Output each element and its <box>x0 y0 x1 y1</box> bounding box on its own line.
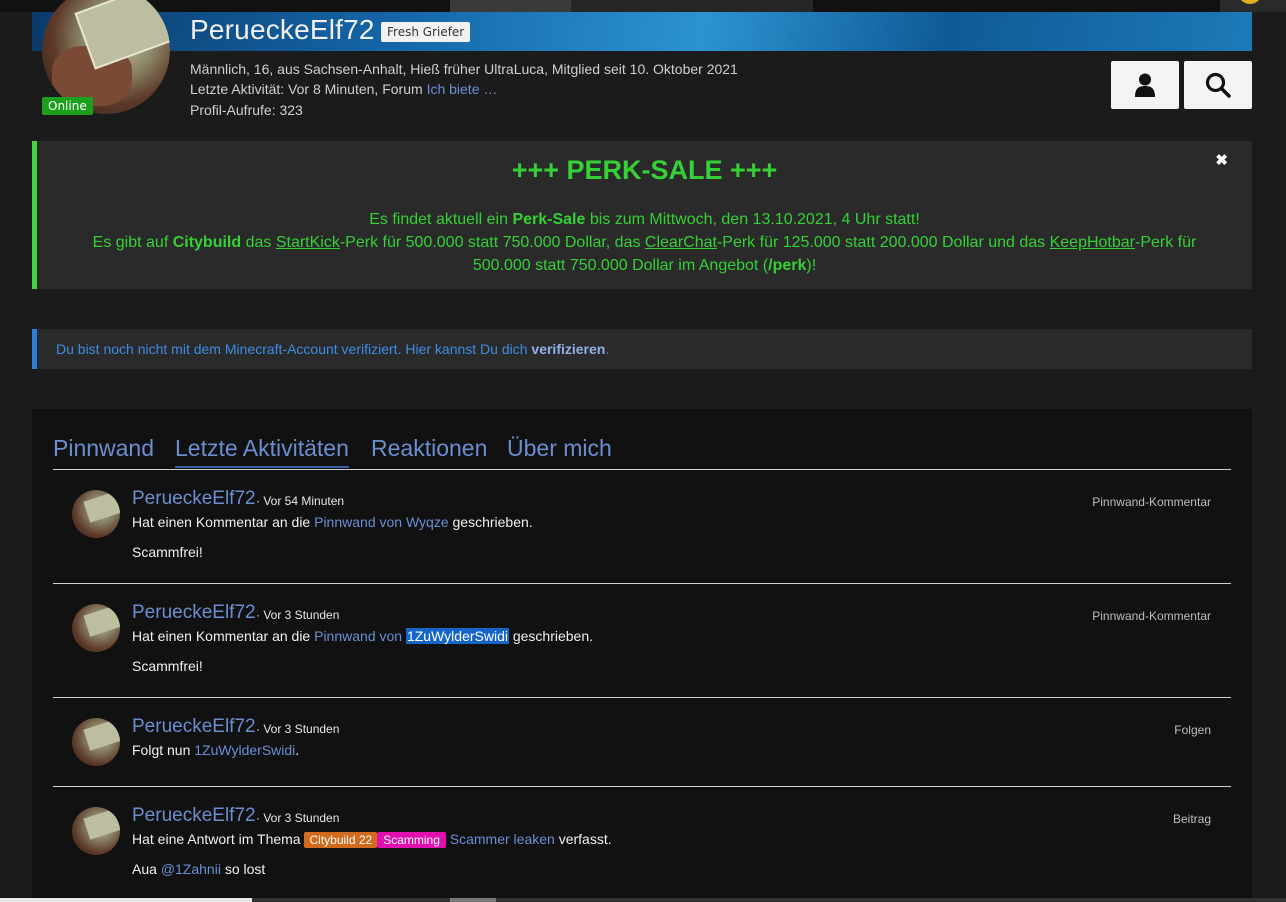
nav-segment-active[interactable] <box>450 0 571 12</box>
activity-type: Folgen <box>1174 723 1211 737</box>
activity-text: Letzte Aktivität: Vor 8 Minuten, Forum <box>190 81 423 97</box>
activity-content: Aua @1Zahnii so lost <box>132 861 266 877</box>
tab-ueber-mich[interactable]: Über mich <box>507 435 612 462</box>
top-nav-bar <box>0 0 1286 12</box>
verify-text: Du bist noch nicht mit dem Minecraft-Acc… <box>56 341 532 357</box>
list-item: PerueckeElf72 · Vor 3 Stunden Beitrag Ha… <box>53 805 1231 902</box>
sale-line-2: Es gibt auf Citybuild das StartKick-Perk… <box>92 234 1197 251</box>
verification-notice: Du bist noch nicht mit dem Minecraft-Acc… <box>32 329 1252 369</box>
tab-letzte-aktivitaeten[interactable]: Letzte Aktivitäten <box>175 435 349 468</box>
divider <box>53 697 1231 698</box>
avatar[interactable] <box>72 490 120 538</box>
activity-time: · Vor 3 Stunden <box>256 722 340 736</box>
activity-username[interactable]: PerueckeElf72 <box>132 602 256 624</box>
followed-user-link[interactable]: 1ZuWylderSwidi <box>194 742 295 758</box>
activity-description: Folgt nun 1ZuWylderSwidi. <box>132 742 300 758</box>
activity-username[interactable]: PerueckeElf72 <box>132 488 256 510</box>
activity-thread-link[interactable]: Ich biete … <box>427 81 498 97</box>
activity-username[interactable]: PerueckeElf72 <box>132 805 256 827</box>
activity-type: Beitrag <box>1172 812 1211 826</box>
follow-user-button[interactable] <box>1111 61 1179 109</box>
activity-type: Pinnwand-Kommentar <box>1092 609 1211 623</box>
avatar[interactable] <box>72 718 120 766</box>
tabs-divider <box>53 469 1231 470</box>
activity-description: Hat einen Kommentar an die Pinnwand von … <box>132 514 533 530</box>
list-item: PerueckeElf72 · Vor 3 Stunden Folgen Fol… <box>53 716 1231 787</box>
online-status-badge: Online <box>42 97 93 115</box>
search-content-button[interactable] <box>1184 61 1252 109</box>
label-citybuild[interactable]: Citybuild 22 <box>304 832 378 848</box>
nav-segment[interactable] <box>571 0 813 12</box>
tab-pinnwand[interactable]: Pinnwand <box>53 435 154 462</box>
avatar[interactable] <box>72 807 120 855</box>
list-item: PerueckeElf72 · Vor 3 Stunden Pinnwand-K… <box>53 602 1231 698</box>
activity-time: · Vor 3 Stunden <box>256 608 340 622</box>
activity-time: · Vor 54 Minuten <box>256 494 345 508</box>
profile-activity-line: Letzte Aktivität: Vor 8 Minuten, Forum I… <box>190 81 497 97</box>
perk-sale-notice: +++ PERK-SALE +++ Es findet aktuell ein … <box>32 141 1252 289</box>
activity-description: Hat einen Kommentar an die Pinnwand von … <box>132 628 594 644</box>
profile-views: Profil-Aufrufe: 323 <box>190 102 303 118</box>
label-scamming[interactable]: Scamming <box>377 832 446 848</box>
wall-link[interactable]: Pinnwand von Wyqze <box>314 514 449 530</box>
horizontal-scrollbar[interactable] <box>0 898 1286 902</box>
activity-content: Scammfrei! <box>132 544 203 560</box>
sale-line-1: Es findet aktuell ein Perk-Sale bis zum … <box>369 211 920 228</box>
close-icon[interactable]: ✖ <box>1215 151 1228 169</box>
user-rank-badge: Fresh Griefer <box>381 22 471 42</box>
tab-reaktionen[interactable]: Reaktionen <box>371 435 487 462</box>
activity-username[interactable]: PerueckeElf72 <box>132 716 256 738</box>
sale-title: +++ PERK-SALE +++ <box>511 155 778 185</box>
profile-username: PerueckeElf72 <box>190 14 375 45</box>
avatar[interactable] <box>72 604 120 652</box>
activity-time: · Vor 3 Stunden <box>256 811 340 825</box>
user-mention-link[interactable]: @1Zahnii <box>161 861 221 877</box>
sale-line-3: 500.000 statt 750.000 Dollar im Angebot … <box>472 257 817 274</box>
search-icon <box>1205 72 1231 98</box>
user-icon <box>1135 73 1155 97</box>
list-item: PerueckeElf72 · Vor 54 Minuten Pinnwand-… <box>53 488 1231 584</box>
divider <box>53 786 1231 787</box>
activity-content: Scammfrei! <box>132 658 203 674</box>
verify-link[interactable]: verifizieren <box>531 341 605 357</box>
profile-content-panel: Pinnwand Letzte Aktivitäten Reaktionen Ü… <box>32 409 1252 902</box>
activity-type: Pinnwand-Kommentar <box>1092 495 1211 509</box>
divider <box>53 583 1231 584</box>
selected-text[interactable]: 1ZuWylderSwidi <box>405 628 509 644</box>
profile-info-line: Männlich, 16, aus Sachsen-Anhalt, Hieß f… <box>190 61 738 77</box>
wall-link[interactable]: Pinnwand von <box>314 628 406 644</box>
activity-description: Hat eine Antwort im Thema Citybuild 22 Sc… <box>132 831 612 848</box>
thread-link[interactable]: Scammer leaken <box>450 831 555 847</box>
